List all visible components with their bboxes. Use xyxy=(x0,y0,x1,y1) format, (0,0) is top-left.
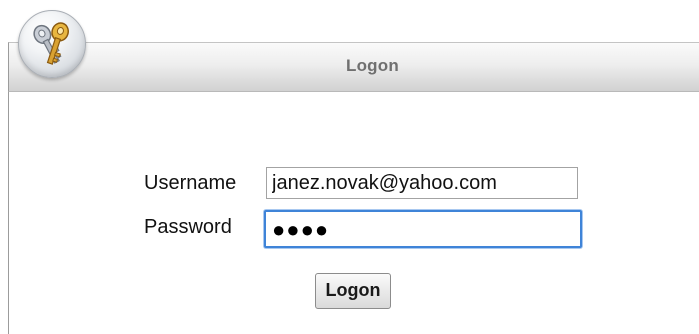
logon-button[interactable]: Logon xyxy=(315,273,391,309)
password-input[interactable]: ●●●● xyxy=(264,210,582,248)
password-label: Password xyxy=(144,216,232,238)
password-mask: ●●●● xyxy=(272,217,330,242)
username-input[interactable] xyxy=(266,167,578,199)
username-label: Username xyxy=(144,172,237,194)
logon-screen: Logon Username Password ●●●● xyxy=(0,0,699,334)
keys-icon xyxy=(18,10,86,78)
panel-title: Logon xyxy=(346,56,399,75)
